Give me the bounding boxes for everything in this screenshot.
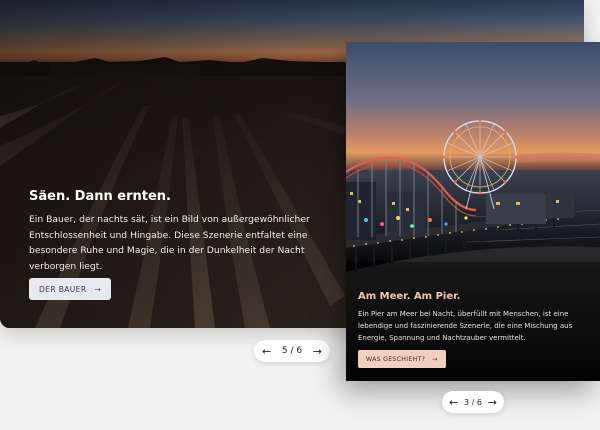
- arrow-right-icon: →: [432, 355, 438, 363]
- slide-title: Säen. Dann ernten.: [29, 189, 171, 204]
- slide-counter: 5 / 6: [281, 346, 303, 356]
- slider-pagination: ← 3 / 6 →: [442, 391, 504, 413]
- slide-pier: Am Meer. Am Pier. Ein Pier am Meer bei N…: [346, 42, 600, 381]
- arrow-right-icon[interactable]: →: [313, 346, 322, 357]
- slide-title: Am Meer. Am Pier.: [358, 291, 461, 302]
- slide-counter: 3 / 6: [464, 397, 482, 407]
- arrow-left-icon[interactable]: ←: [449, 397, 458, 408]
- button-label: DER BAUER: [39, 284, 87, 294]
- arrow-right-icon[interactable]: →: [488, 397, 497, 408]
- arrow-left-icon[interactable]: ←: [262, 346, 271, 357]
- was-geschieht-button[interactable]: WAS GESCHIEHT? →: [358, 350, 446, 368]
- arrow-right-icon: →: [94, 284, 102, 294]
- button-label: WAS GESCHIEHT?: [366, 355, 426, 363]
- slider-pagination: ← 5 / 6 →: [254, 340, 330, 362]
- der-bauer-button[interactable]: DER BAUER →: [29, 278, 112, 300]
- slide-description: Ein Bauer, der nachts sät, ist ein Bild …: [29, 214, 310, 272]
- slide-description: Ein Pier am Meer bei Nacht, überfüllt mi…: [358, 310, 573, 342]
